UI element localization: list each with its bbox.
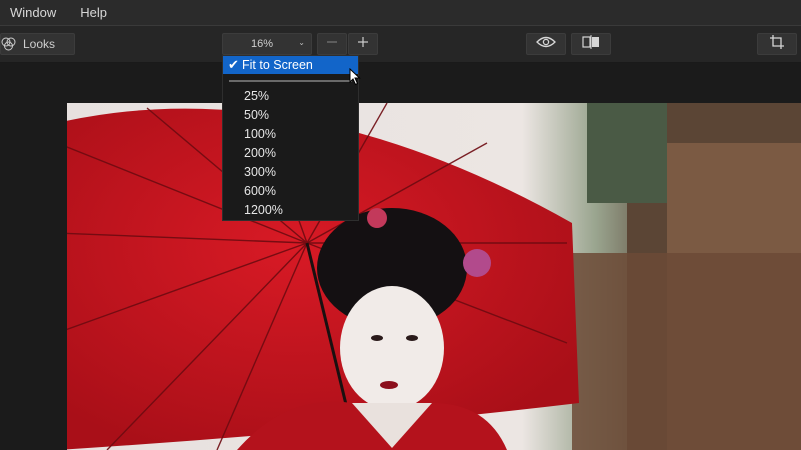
zoom-select[interactable]: 16% ⌄ (222, 33, 312, 55)
looks-circles-icon (1, 36, 17, 52)
menu-item-fit-to-screen[interactable]: ✔ Fit to Screen (223, 56, 358, 74)
zoom-options-list: 25% 50% 100% 200% 300% 600% 1200% (223, 87, 358, 220)
menu-item-zoom[interactable]: 1200% (223, 201, 358, 220)
looks-button[interactable]: Looks (0, 33, 75, 55)
preview-button[interactable] (526, 33, 566, 55)
looks-label: Looks (23, 37, 56, 51)
zoom-in-button[interactable] (348, 33, 378, 55)
photo-art (67, 103, 801, 450)
split-compare-icon (581, 34, 601, 54)
plus-icon (357, 35, 369, 53)
crop-icon (769, 34, 785, 55)
eye-icon (536, 35, 556, 53)
menu-item-zoom[interactable]: 200% (223, 144, 358, 163)
zoom-dropdown-menu: ✔ Fit to Screen 25% 50% 100% 200% 300% 6… (222, 55, 359, 221)
menu-bar: Window Help (0, 0, 801, 26)
mouse-pointer-icon (349, 67, 361, 91)
photo-preview (67, 103, 801, 450)
zoom-value: 16% (250, 38, 274, 50)
crop-button[interactable] (757, 33, 797, 55)
check-icon: ✔ (228, 57, 239, 72)
toolbar: Looks 16% ⌄ (0, 26, 801, 63)
menu-item-zoom[interactable]: 300% (223, 163, 358, 182)
menu-item-zoom[interactable]: 600% (223, 182, 358, 201)
menu-help[interactable]: Help (68, 5, 119, 20)
image-canvas[interactable] (0, 63, 801, 450)
menu-item-zoom[interactable]: 25% (223, 87, 358, 106)
compare-button[interactable] (571, 33, 611, 55)
zoom-out-button[interactable] (317, 33, 347, 55)
menu-window[interactable]: Window (0, 5, 68, 20)
chevron-down-icon: ⌄ (298, 38, 305, 47)
menu-item-zoom[interactable]: 100% (223, 125, 358, 144)
minus-icon (326, 35, 338, 53)
menu-separator (229, 80, 352, 82)
menu-item-zoom[interactable]: 50% (223, 106, 358, 125)
fit-to-screen-label: Fit to Screen (242, 58, 313, 72)
